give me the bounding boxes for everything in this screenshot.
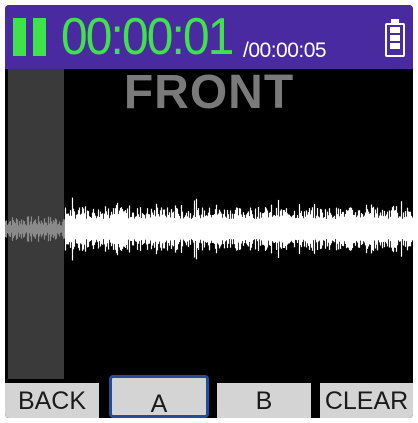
status-bar: 00:00:01 /00:00:05: [5, 5, 413, 69]
channel-label: FRONT: [123, 66, 295, 119]
b-point-button[interactable]: B: [217, 383, 311, 418]
a-point-button[interactable]: A: [109, 375, 209, 418]
back-button[interactable]: BACK: [5, 383, 99, 418]
function-button-bar: BACK A B CLEAR: [5, 375, 413, 418]
total-time: /00:00:05: [243, 39, 327, 62]
clear-button[interactable]: CLEAR: [320, 383, 413, 418]
play-status-icon: [13, 18, 49, 56]
battery-icon: [385, 19, 405, 57]
recorder-screen: 00:00:01 /00:00:05 FRONT BACK A B CLEAR: [5, 5, 413, 418]
elapsed-time: 00:00:01: [61, 8, 234, 66]
waveform-display[interactable]: FRONT: [5, 66, 413, 379]
